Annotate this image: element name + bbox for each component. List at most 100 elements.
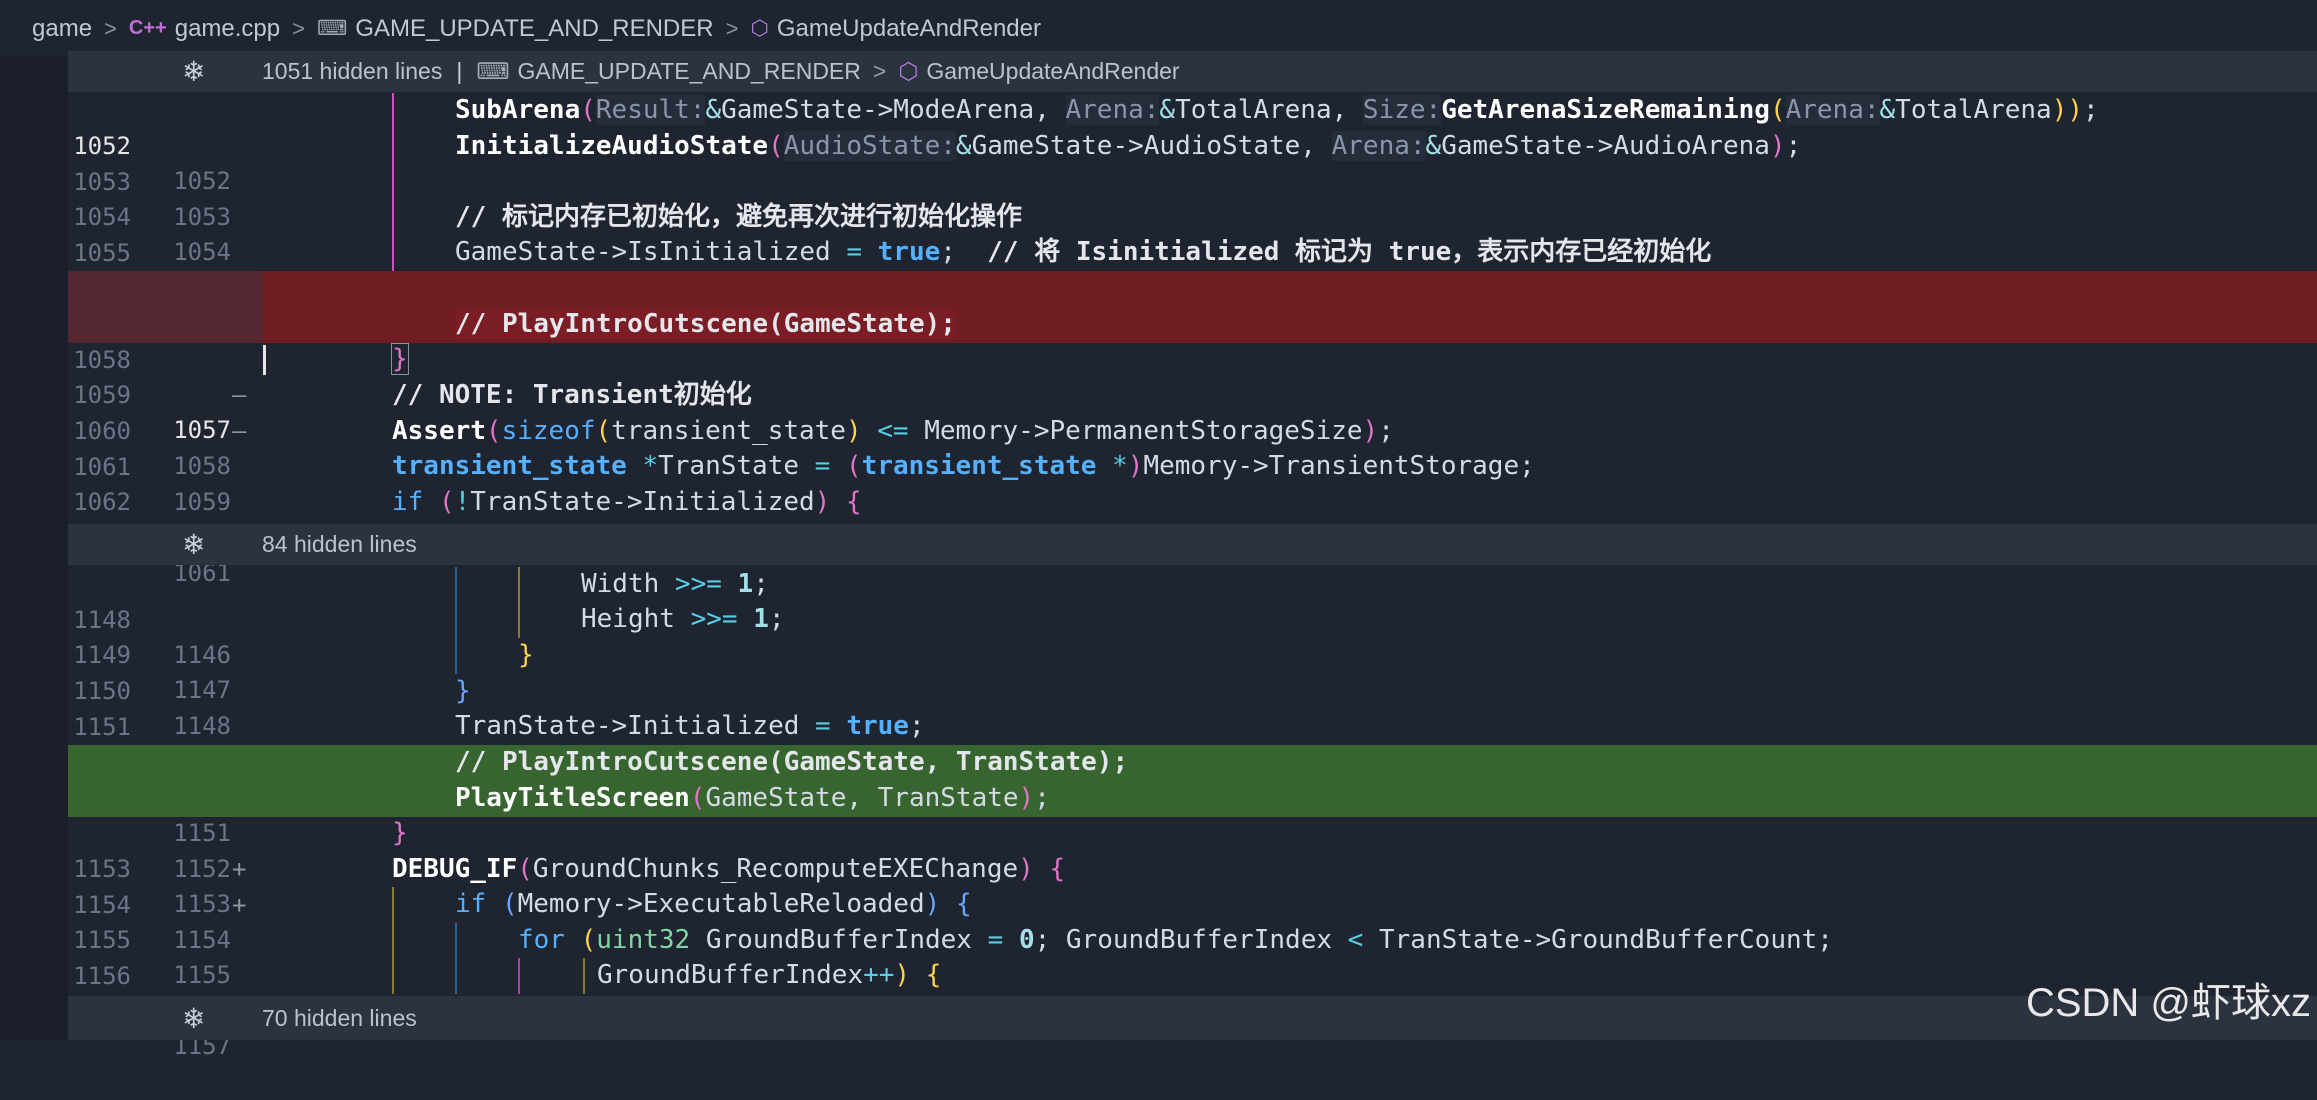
- code-line[interactable]: 1156 1156 for (uint32 GroundBufferIndex …: [68, 923, 2317, 1025]
- code-line[interactable]: 1155 1155 if (Memory->ExecutableReloaded…: [68, 887, 2317, 989]
- inlay-hint: Result:: [595, 95, 706, 125]
- code-token: true: [846, 711, 909, 741]
- code-token: =: [987, 925, 1004, 955]
- added-line[interactable]: 1152 + PlayTitleScreen(GameState, TranSt…: [68, 781, 2317, 919]
- chevron-right-icon: >: [292, 15, 305, 41]
- code-line[interactable]: 1152 1150 TranState->Initialized = true;: [68, 709, 2317, 811]
- code-token: 1: [737, 569, 754, 599]
- code-line[interactable]: 1053 1053 InitializeAudioState(AudioStat…: [68, 129, 2317, 231]
- hidden-lines-label: 70 hidden lines: [262, 1004, 417, 1031]
- code-token: &: [1159, 95, 1176, 125]
- chevron-right-icon: >: [104, 15, 117, 41]
- code-line[interactable]: 1054 1054: [68, 164, 2317, 266]
- code-token: }: [391, 343, 409, 375]
- code-token: {: [845, 487, 862, 517]
- code-token: GameState->AudioState,: [971, 131, 1332, 161]
- divider: |: [456, 58, 463, 84]
- code-token: =: [846, 237, 862, 267]
- code-token: GameState, TranState: [705, 783, 1019, 813]
- code-token: {: [955, 889, 972, 919]
- breadcrumb-item-function[interactable]: GameUpdateAndRender: [777, 15, 1041, 43]
- chevron-right-icon: >: [872, 58, 887, 84]
- fold-hidden-lines[interactable]: ❄ 1051 hidden lines | ⌨ GAME_UPDATE_AND_…: [68, 51, 2317, 92]
- code-token: ): [1127, 451, 1144, 481]
- code-token: ): [845, 416, 862, 446]
- code-line[interactable]: 1153 1153 }: [68, 816, 2317, 918]
- code-line[interactable]: 1059 1057 }: [68, 342, 2317, 444]
- code-line[interactable]: 1063 1061 if (!TranState->Initialized) {: [68, 485, 2317, 587]
- code-token: ; GroundBufferIndex: [1034, 925, 1348, 955]
- added-line[interactable]: 1151 + // PlayIntroCutscene(GameState, T…: [68, 745, 2317, 883]
- code-line[interactable]: 1052 1052 SubArena(Result:&GameState->Mo…: [68, 93, 2317, 195]
- code-token: (: [689, 783, 706, 813]
- unfold-icon[interactable]: ❄: [182, 55, 205, 88]
- code-token: *: [1096, 451, 1128, 481]
- code-token: GroundBufferIndex: [597, 960, 864, 990]
- breadcrumb-item-macro[interactable]: GAME_UPDATE_AND_RENDER: [355, 15, 713, 43]
- deleted-line[interactable]: 1058 — // PlayIntroCutscene(GameState);: [68, 307, 2317, 445]
- code-line[interactable]: 1149 1147 Height >>= 1;: [68, 602, 2317, 704]
- code-line[interactable]: 1148 1146 Width >>= 1;: [68, 567, 2317, 669]
- code-token: TranState->Initialized: [455, 711, 816, 741]
- code-token: &: [705, 95, 722, 125]
- unfold-icon[interactable]: ❄: [182, 1002, 205, 1035]
- hidden-lines-label: 1051 hidden lines: [262, 58, 443, 84]
- code-token: ;: [768, 604, 785, 634]
- code-line[interactable]: 1150 1148 }: [68, 638, 2317, 740]
- inlay-hint: Arena:: [1785, 95, 1880, 125]
- code-token: (: [580, 925, 597, 955]
- code-token: TotalArena: [1895, 95, 2052, 125]
- inlay-hint: Size:: [1362, 95, 1442, 125]
- code-token: *: [626, 451, 659, 481]
- macro-icon: ⌨: [316, 17, 348, 40]
- code-token: (: [595, 416, 612, 446]
- cpp-file-icon: C++: [128, 17, 167, 39]
- code-token: TranState->Initialized: [470, 487, 815, 517]
- breadcrumb-item-game[interactable]: game: [32, 15, 92, 43]
- code-line[interactable]: 1055 1055 // 标记内存已初始化，避免再次进行初始化操作: [68, 200, 2317, 302]
- code-token: &: [1425, 131, 1442, 161]
- code-line[interactable]: 1062 1060 transient_state *TranState = (…: [68, 449, 2317, 551]
- code-token: ): [1018, 783, 1035, 813]
- comment: // PlayIntroCutscene(GameState, TranStat…: [455, 747, 1129, 777]
- code-line[interactable]: 1061 1059 Assert(sizeof(transient_state)…: [68, 414, 2317, 516]
- fold-crumb-macro: GAME_UPDATE_AND_RENDER: [517, 58, 861, 84]
- code-line[interactable]: 1154 1154 DEBUG_IF(GroundChunks_Recomput…: [68, 852, 2317, 954]
- code-token: transient_state: [861, 451, 1097, 481]
- unfold-icon[interactable]: ❄: [182, 528, 205, 561]
- deleted-line[interactable]: 1057 —: [68, 271, 2317, 409]
- comment: // 将 Isinitialized 标记为 true，表示内存已经初始化: [987, 237, 1712, 267]
- code-token: true: [877, 237, 941, 267]
- code-token: Memory->ExecutableReloaded: [517, 889, 925, 919]
- code-token: transient_state: [611, 416, 846, 446]
- code-token: }: [518, 640, 534, 670]
- code-token: ): [924, 889, 941, 919]
- code-token: }: [455, 676, 471, 706]
- code-token: TranState: [658, 451, 815, 481]
- code-token: PlayTitleScreen: [455, 783, 690, 813]
- code-line[interactable]: 1060 1058 // NOTE: Transient初始化: [68, 378, 2317, 480]
- breadcrumb-item-file[interactable]: game.cpp: [175, 15, 280, 43]
- code-line[interactable]: 1056 1056 GameState->IsInitialized = tru…: [68, 235, 2317, 337]
- code-token: if: [455, 889, 487, 919]
- code-token: (: [517, 854, 533, 884]
- code-token: if: [392, 487, 424, 517]
- function-cube-icon: ⬡: [898, 58, 919, 84]
- code-line[interactable]: 1157 1157 GroundBufferIndex++) {: [68, 958, 2317, 1060]
- code-token: Memory->PermanentStorageSize: [924, 416, 1363, 446]
- code-token: ): [1018, 854, 1034, 884]
- fold-hidden-lines[interactable]: ❄ 84 hidden lines: [68, 524, 2317, 565]
- code-token: ;: [2083, 95, 2099, 125]
- code-line[interactable]: 1151 1149 }: [68, 674, 2317, 776]
- code-token: GroundBufferIndex: [690, 925, 988, 955]
- code-token: 1: [753, 604, 769, 634]
- fold-hidden-lines[interactable]: ❄ 70 hidden lines: [68, 996, 2317, 1040]
- code-token: &: [1879, 95, 1896, 125]
